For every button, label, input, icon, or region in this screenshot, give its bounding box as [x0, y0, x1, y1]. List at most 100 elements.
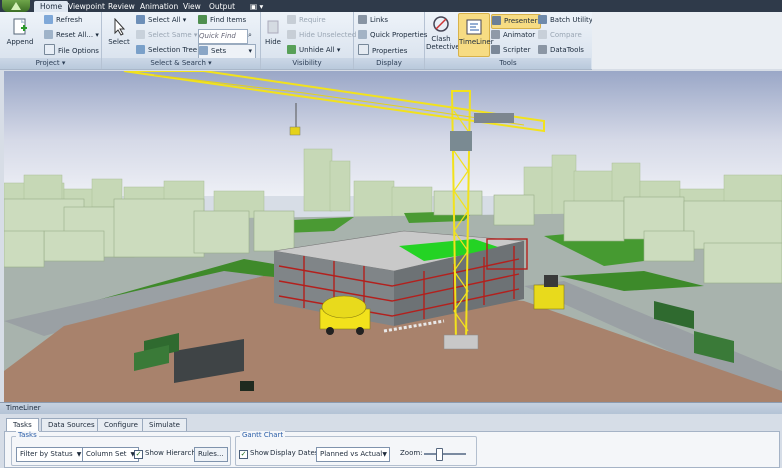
file-options-icon — [44, 44, 55, 55]
tasks-group: Tasks Filter by Status ▼ Column Set ▼ ✓ Sho… — [11, 431, 231, 466]
presenter-button[interactable]: Presenter — [491, 14, 542, 29]
chevron-down-icon: ▼ — [382, 451, 387, 458]
display-dates-value: Planned vs Actual — [320, 450, 383, 458]
quick-properties-button[interactable]: Quick Properties — [358, 29, 427, 42]
select-same-button[interactable]: Select Same ▾ — [136, 29, 197, 42]
clash-detective-icon — [433, 16, 449, 32]
tab-data-sources[interactable]: Data Sources — [41, 418, 102, 431]
hide-label: Hide — [265, 38, 281, 46]
find-items-button[interactable]: Find Items — [198, 14, 246, 27]
display-dates-dropdown[interactable]: Planned vs Actual ▼ — [316, 447, 390, 462]
reset-all-button[interactable]: Reset All... ▾ — [44, 29, 99, 42]
find-items-label: Find Items — [210, 16, 247, 24]
timeliner-title-bar: TimeLiner ⊻ ✕ — [0, 403, 782, 414]
links-button[interactable]: Links — [358, 14, 388, 27]
reset-icon — [44, 30, 53, 39]
display-group-label: Display — [354, 58, 424, 69]
datatools-label: DataTools — [550, 46, 584, 54]
tab-tasks[interactable]: Tasks — [6, 418, 39, 431]
tasks-toolbar: Tasks Filter by Status ▼ Column Set ▼ ✓ Sho… — [4, 431, 780, 468]
properties-button[interactable]: Properties — [358, 44, 407, 57]
sets-dropdown[interactable]: Sets ▾ — [198, 44, 256, 59]
batch-utility-label: Batch Utility — [550, 16, 593, 24]
presenter-label: Presenter — [504, 17, 538, 25]
ribbon-empty-area — [592, 12, 782, 69]
tools-group: Clash Detective TimeLiner Presenter Anim… — [425, 12, 593, 69]
concrete-truck — [319, 295, 371, 335]
zoom-slider-thumb[interactable] — [435, 448, 443, 461]
append-button[interactable]: Append — [5, 18, 35, 46]
timeliner-icon — [466, 19, 482, 35]
unhide-all-label: Unhide All — [299, 46, 335, 54]
require-button[interactable]: Require — [287, 14, 326, 27]
hide-unselected-button[interactable]: Hide Unselected — [287, 29, 356, 42]
quick-find-search-icon[interactable]: ⌕ — [248, 29, 252, 42]
selection-tree-button[interactable]: Selection Tree — [136, 44, 197, 57]
selection-tree-label: Selection Tree — [148, 46, 198, 54]
column-set-dropdown[interactable]: Column Set ▼ — [82, 447, 140, 462]
visibility-group: Hide Require Hide Unselected Unhide All … — [261, 12, 356, 69]
checkbox-checked-icon: ✓ — [239, 450, 248, 459]
unhide-all-button[interactable]: Unhide All ▾ — [287, 44, 340, 57]
3d-viewport[interactable] — [4, 71, 782, 402]
file-options-button[interactable]: File Options — [44, 44, 99, 57]
timeliner-button[interactable]: TimeLiner — [458, 13, 494, 57]
tab-configure[interactable]: Configure — [97, 418, 145, 431]
scripter-label: Scripter — [503, 46, 531, 54]
construction-site-scene — [4, 71, 782, 402]
application-menu-button[interactable] — [2, 0, 30, 12]
filter-by-status-dropdown[interactable]: Filter by Status ▼ — [16, 447, 86, 462]
project-group-label[interactable]: Project ▾ — [0, 58, 101, 69]
select-search-group-title: Select & Search — [150, 59, 206, 67]
select-search-group: Select Select All ▾ Select Same ▾ Select… — [102, 12, 261, 69]
select-all-button[interactable]: Select All ▾ — [136, 14, 186, 27]
presenter-icon — [492, 16, 501, 25]
quick-find-input[interactable]: Quick Find — [198, 29, 248, 44]
refresh-icon — [44, 15, 53, 24]
gantt-show-checkbox[interactable]: ✓ Show — [239, 449, 269, 459]
rules-button[interactable]: Rules... — [194, 447, 228, 462]
batch-utility-button[interactable]: Batch Utility — [538, 14, 593, 27]
compare-label: Compare — [550, 31, 582, 39]
clash-detective-button[interactable]: Clash Detective — [426, 15, 460, 51]
quick-access-dropdown[interactable]: ▣ ▾ — [244, 1, 269, 12]
display-group: Links Quick Properties Properties Displa… — [354, 12, 427, 69]
tools-group-label: Tools — [425, 58, 591, 69]
zoom-label: Zoom: — [400, 449, 423, 457]
scripter-icon — [491, 45, 500, 54]
select-all-icon — [136, 15, 145, 24]
links-label: Links — [370, 16, 388, 24]
append-label: Append — [6, 38, 34, 46]
tab-output[interactable]: Output — [203, 1, 241, 12]
sets-icon — [199, 46, 208, 55]
hide-unselected-icon — [287, 30, 296, 39]
filter-by-status-label: Filter by Status — [20, 450, 73, 458]
show-hierarchy-checkbox[interactable]: ✓ Show Hierarchy — [134, 449, 200, 459]
datatools-button[interactable]: DataTools — [538, 44, 584, 57]
tab-simulate[interactable]: Simulate — [142, 418, 187, 431]
gantt-chart-group-label: Gantt Chart — [240, 431, 286, 439]
hide-unselected-label: Hide Unselected — [299, 31, 357, 39]
refresh-button[interactable]: Refresh — [44, 14, 82, 27]
checkbox-checked-icon: ✓ — [134, 450, 143, 459]
animator-button[interactable]: Animator — [491, 29, 535, 42]
compare-button[interactable]: Compare — [538, 29, 582, 42]
zoom-slider-track[interactable] — [424, 448, 466, 461]
clash-detective-label: Clash Detective — [426, 35, 460, 51]
hide-button[interactable]: Hide — [263, 18, 283, 46]
column-set-label: Column Set — [86, 450, 127, 458]
scripter-button[interactable]: Scripter — [491, 44, 531, 57]
select-button[interactable]: Select — [106, 18, 132, 46]
select-search-group-label[interactable]: Select & Search ▾ — [102, 58, 260, 69]
application-logo-icon — [11, 2, 21, 10]
append-icon — [13, 18, 27, 35]
quick-find-placeholder: Quick Find — [199, 32, 236, 40]
links-icon — [358, 15, 367, 24]
animator-label: Animator — [503, 31, 536, 39]
select-same-icon — [136, 30, 145, 39]
visibility-group-label: Visibility — [261, 58, 353, 69]
file-options-label: File Options — [58, 47, 99, 55]
application-tab-bar: Home Viewpoint Review Animation View Out… — [0, 0, 782, 12]
unhide-all-icon — [287, 45, 296, 54]
cursor-icon — [114, 18, 126, 36]
